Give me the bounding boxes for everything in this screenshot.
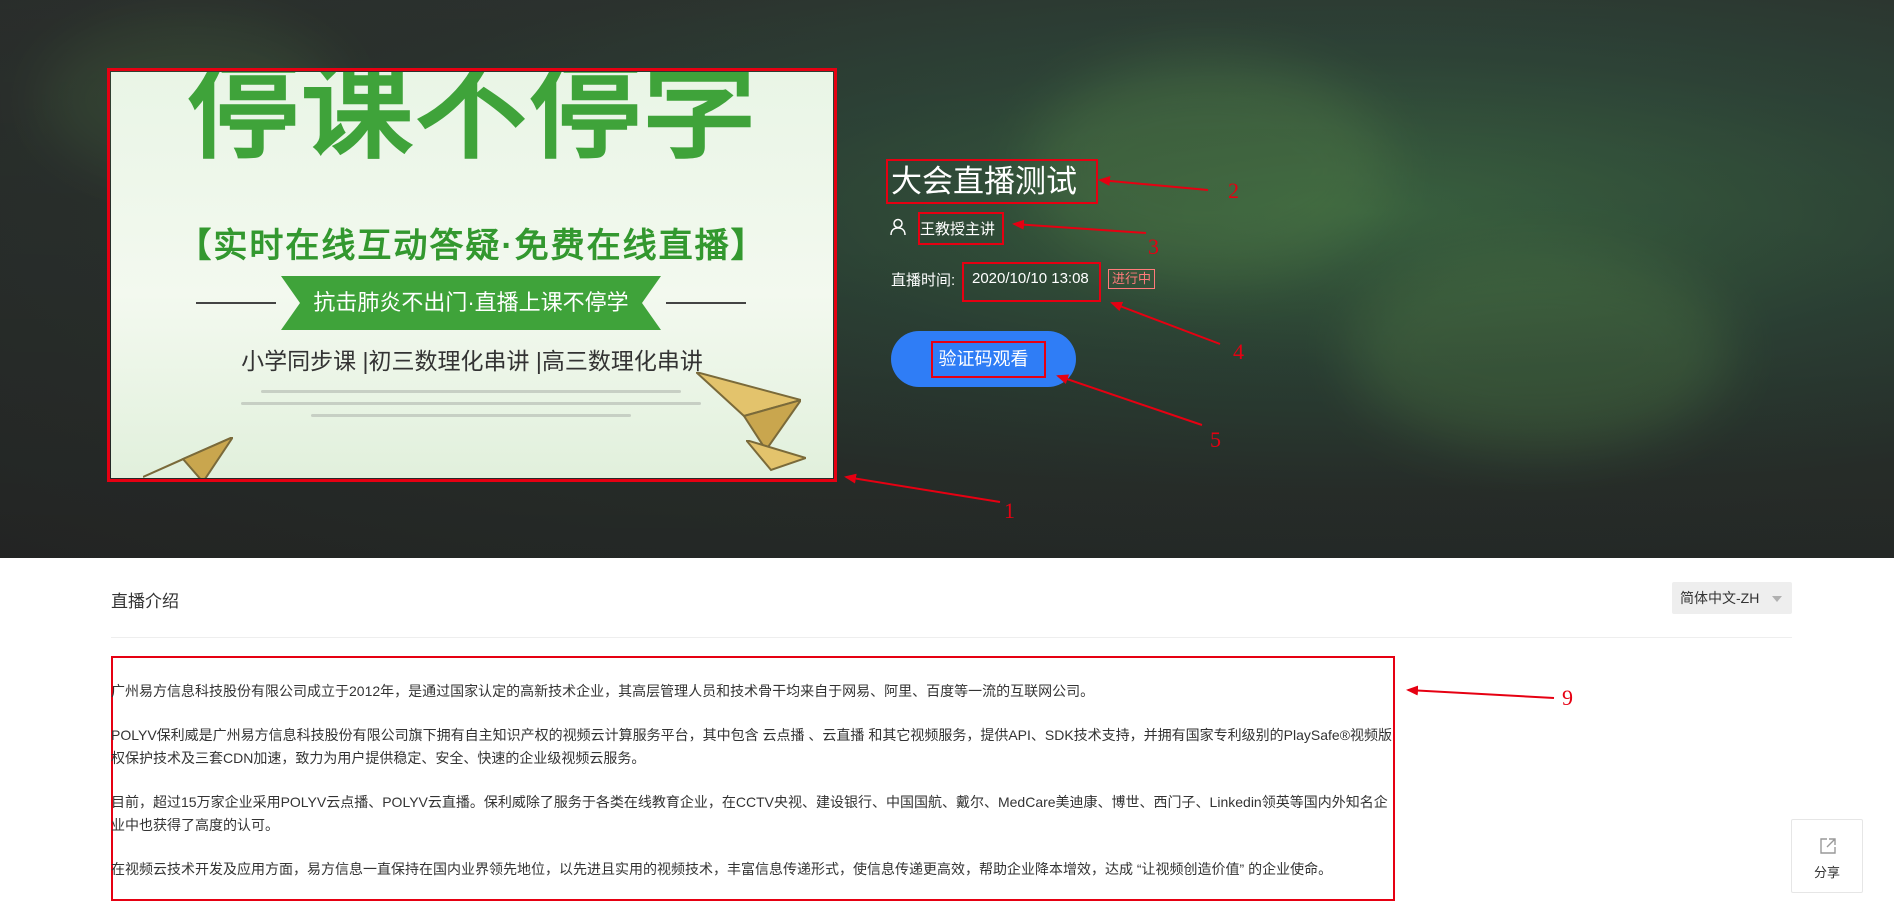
share-button[interactable]: 分享 xyxy=(1791,819,1863,893)
caret-down-icon xyxy=(1772,596,1782,602)
user-icon xyxy=(890,218,906,236)
live-time-value: 2020/10/10 13:08 xyxy=(972,270,1089,287)
intro-paragraph: 目前，超过15万家企业采用POLYV云点播、POLYV云直播。保利威除了服务于各… xyxy=(111,794,1388,833)
live-status-badge: 进行中 xyxy=(1108,269,1156,289)
watch-button-label: 验证码观看 xyxy=(938,349,1029,369)
intro-paragraph: 在视频云技术开发及应用方面，易方信息一直保持在国内业界领先地位，以先进且实用的视… xyxy=(111,861,1333,877)
host-name: 王教授主讲 xyxy=(920,221,996,238)
intro-paragraph: POLYV保利威是广州易方信息科技股份有限公司旗下拥有自主知识产权的视频云计算服… xyxy=(111,727,1393,766)
annotation-number: 3 xyxy=(1148,234,1159,259)
language-select[interactable]: 简体中文-ZH xyxy=(1672,582,1792,614)
annotation-number: 4 xyxy=(1233,339,1244,364)
background-blur-blob xyxy=(1350,250,1730,450)
intro-paragraph: 广州易方信息科技股份有限公司成立于2012年，是通过国家认定的高新技术企业，其高… xyxy=(111,683,1095,699)
live-time-label: 直播时间: xyxy=(891,272,956,289)
language-select-value: 简体中文-ZH xyxy=(1680,590,1760,606)
annotation-number: 5 xyxy=(1210,427,1221,452)
annotation-number: 1 xyxy=(1004,498,1015,523)
annotation-number: 9 xyxy=(1562,685,1573,710)
intro-section-title: 直播介绍 xyxy=(111,592,179,611)
share-icon xyxy=(1820,838,1836,854)
annotation-box-cover xyxy=(107,68,837,482)
share-label: 分享 xyxy=(1813,865,1840,880)
annotation-number: 2 xyxy=(1228,178,1239,203)
intro-content: 广州易方信息科技股份有限公司成立于2012年，是通过国家认定的高新技术企业，其高… xyxy=(111,680,1395,902)
live-title: 大会直播测试 xyxy=(891,164,1077,199)
section-divider xyxy=(111,637,1792,638)
verification-code-watch-button[interactable]: 验证码观看 xyxy=(891,331,1076,387)
annotation-arrow xyxy=(1406,685,1555,699)
